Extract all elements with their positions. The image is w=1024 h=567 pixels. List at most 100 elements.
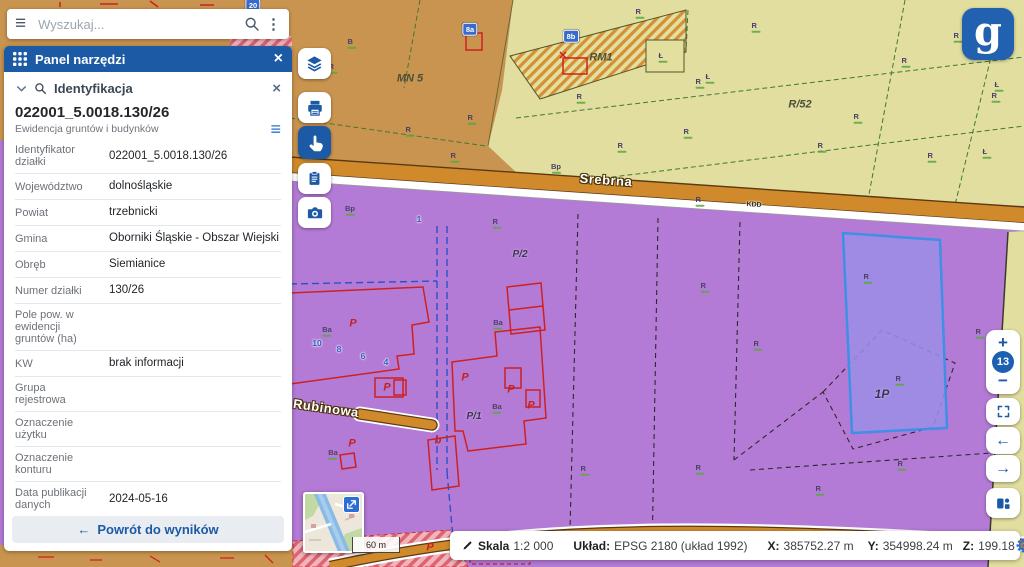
next-view-button[interactable]: →: [986, 455, 1020, 482]
tools-panel: Panel narzędzi × Identyfikacja × 022001_…: [4, 46, 292, 551]
attribute-label: Identyfikator działki: [15, 144, 109, 168]
close-identification-icon[interactable]: ×: [272, 80, 281, 97]
attribute-value: 2024-05-16: [109, 492, 281, 507]
attribute-row: Pole pow. w ewidencji gruntów (ha): [15, 304, 281, 351]
attribute-row: Województwodolnośląskie: [15, 174, 281, 200]
zoom-out-button[interactable]: −: [998, 374, 1008, 388]
print-button[interactable]: [298, 92, 331, 123]
attribute-value: trzebnicki: [109, 205, 281, 220]
tools-panel-body: Identyfikacja × 022001_5.0018.130/26 Ewi…: [4, 72, 292, 511]
parcel-id-title: 022001_5.0018.130/26: [15, 102, 281, 122]
crs-value[interactable]: EPSG 2180 (układ 1992): [614, 539, 747, 553]
attribute-row: Data publikacji danych2024-05-16: [15, 482, 281, 511]
attribute-label: Pole pow. w ewidencji gruntów (ha): [15, 309, 109, 345]
geoportal-logo[interactable]: g: [962, 8, 1014, 60]
attribute-label: Grupa rejestrowa: [15, 382, 109, 406]
chevron-down-icon[interactable]: [15, 82, 28, 95]
gear-icon: [1015, 537, 1024, 554]
attribute-value: brak informacji: [109, 356, 281, 371]
attribute-row: Oznaczenie użytku: [15, 412, 281, 447]
search-input[interactable]: [36, 16, 240, 33]
map-scale-bar: 60 m: [352, 537, 400, 553]
fullscreen-icon: [996, 404, 1011, 419]
attribute-row: KWbrak informacji: [15, 351, 281, 377]
zone-farmland-yellow: [488, 0, 1024, 206]
attribute-row: Grupa rejestrowa: [15, 377, 281, 412]
edit-scale-icon[interactable]: [461, 539, 474, 552]
attribute-row: Oznaczenie konturu: [15, 447, 281, 482]
compare-layers-icon: [995, 495, 1012, 512]
attribute-row: Powiattrzebnicki: [15, 200, 281, 226]
clipboard-icon: [306, 170, 323, 187]
coord-x-value: 385752.27 m: [784, 539, 854, 553]
attribute-row: GminaOborniki Śląskie - Obszar Wiejski: [15, 226, 281, 252]
attribute-label: Oznaczenie użytku: [15, 417, 109, 441]
attribute-value: Oborniki Śląskie - Obszar Wiejski: [109, 231, 281, 246]
tools-panel-title: Panel narzędzi: [35, 52, 274, 67]
attribute-label: Powiat: [15, 207, 109, 219]
search-bar: ≡ ⋮: [7, 9, 289, 39]
back-arrow-icon: ←: [77, 522, 90, 537]
coord-x-label: X:: [768, 539, 780, 553]
attribute-value: dolnośląskie: [109, 179, 281, 194]
apps-grid-icon: [13, 52, 27, 66]
coord-z-label: Z:: [963, 539, 974, 553]
expand-inset-icon[interactable]: [343, 496, 360, 513]
camera-button[interactable]: [298, 197, 331, 228]
search-icon[interactable]: [244, 16, 260, 32]
back-to-results-label: Powrót do wyników: [97, 522, 218, 537]
identification-title: Identyfikacja: [54, 81, 272, 96]
attribute-value: 130/26: [109, 283, 281, 298]
zoom-level-badge: 13: [992, 351, 1014, 373]
settings-button[interactable]: [1015, 537, 1024, 554]
logo-g-glyph: g: [974, 12, 1002, 52]
attribute-label: Gmina: [15, 233, 109, 245]
coord-y-label: Y:: [868, 539, 879, 553]
attribute-label: Data publikacji danych: [15, 487, 109, 511]
attribute-table: Identyfikator działki022001_5.0018.130/2…: [15, 139, 281, 511]
scale-bar-label: 60 m: [366, 540, 386, 550]
zoom-control: + 13 −: [986, 330, 1020, 394]
tools-panel-header[interactable]: Panel narzędzi ×: [4, 46, 292, 72]
register-subtitle: Ewidencja gruntów i budynków: [15, 123, 270, 135]
crs-label: Układ:: [573, 539, 610, 553]
menu-icon[interactable]: ≡: [15, 13, 26, 35]
print-icon: [306, 99, 324, 117]
parcel-subtitle-row: Ewidencja gruntów i budynków ≡: [15, 122, 281, 139]
identify-button[interactable]: [298, 126, 331, 159]
more-options-icon[interactable]: ⋮: [266, 15, 281, 33]
back-to-results-button[interactable]: ← Powrót do wyników: [12, 516, 284, 543]
scale-value[interactable]: 1:2 000: [513, 539, 553, 553]
coord-z-value: 199.18: [978, 539, 1015, 553]
identify-section-icon: [34, 82, 47, 95]
arrow-right-icon: →: [995, 460, 1011, 478]
context-menu-icon[interactable]: ≡: [270, 123, 281, 135]
coord-y-value: 354998.24 m: [883, 539, 953, 553]
attribute-row: ObrębSiemianice: [15, 252, 281, 278]
attribute-label: KW: [15, 358, 109, 370]
attribute-row: Identyfikator działki022001_5.0018.130/2…: [15, 139, 281, 174]
previous-view-button[interactable]: ←: [986, 427, 1020, 454]
identify-icon: [306, 134, 324, 152]
attribute-value: 022001_5.0018.130/26: [109, 149, 281, 164]
geoportal-app: MN 5RM1R/52SrebrnaRubinowaKDDP/2P/11PPPP…: [0, 0, 1024, 567]
layers-icon: [305, 54, 324, 73]
scale-label: Skala: [478, 539, 509, 553]
layers-button[interactable]: [298, 48, 331, 79]
attribute-label: Obręb: [15, 259, 109, 271]
status-bar: Skala 1:2 000 Układ: EPSG 2180 (układ 19…: [450, 531, 1020, 560]
compare-layers-button[interactable]: [986, 488, 1020, 518]
attribute-label: Oznaczenie konturu: [15, 452, 109, 476]
arrow-left-icon: ←: [995, 432, 1011, 450]
fullscreen-button[interactable]: [986, 398, 1020, 425]
attribute-value: Siemianice: [109, 257, 281, 272]
clipboard-button[interactable]: [298, 163, 331, 194]
camera-icon: [306, 204, 324, 222]
attribute-row: Numer działki130/26: [15, 278, 281, 304]
zoom-in-button[interactable]: +: [998, 336, 1008, 350]
selected-parcel-highlight: [843, 233, 947, 433]
attribute-label: Numer działki: [15, 285, 109, 297]
identification-section-header: Identyfikacja ×: [15, 72, 281, 102]
close-panel-icon[interactable]: ×: [274, 50, 283, 68]
attribute-label: Województwo: [15, 181, 109, 193]
